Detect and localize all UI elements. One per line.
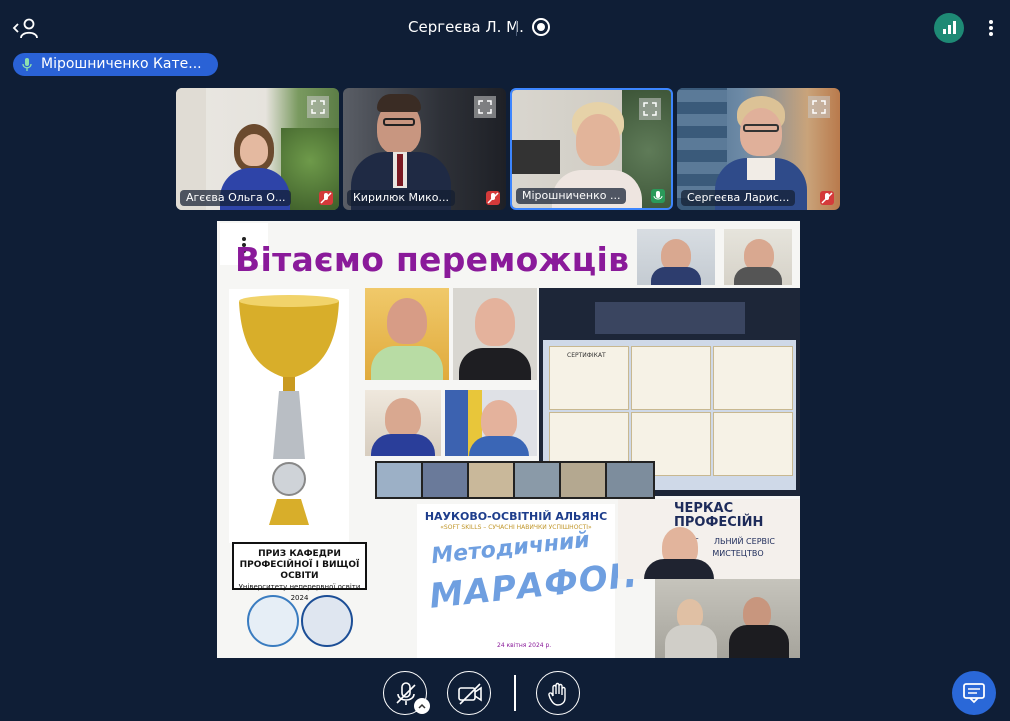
alliance-title: НАУКОВО-ОСВІТНІЙ АЛЬЯНС [424,510,608,523]
slide-photo [365,390,441,456]
microphone-icon [22,58,32,71]
cup-label-line1: ПРИЗ КАФЕДРИ [258,549,341,559]
camera-toggle-button[interactable] [447,671,491,715]
slide-photo [637,229,715,285]
slide-title: Вітаємо переможців [235,240,630,279]
expand-icon[interactable] [307,96,329,118]
header-divider [516,20,517,36]
muted-mic-icon [319,191,333,205]
record-icon[interactable] [532,18,550,36]
participant-name: Агєєва Ольга О... [180,190,292,206]
slide-photo [453,288,537,380]
logos [245,593,355,649]
slide-photo [365,288,449,380]
slide-photo [724,229,792,285]
marathon-poster: НАУКОВО-ОСВІТНІЙ АЛЬЯНС «SOFT SKILLS – С… [417,504,640,658]
participant-strip: Агєєва Ольга О... Кирилюк Мико... Мірошн… [176,88,842,210]
marathon-date: 24 квітня 2024 р. [497,642,552,649]
expand-icon[interactable] [474,96,496,118]
shared-screen: ПРИЗ КАФЕДРИ ПРОФЕСІЙНОЇ І ВИЩОЇ ОСВІТИ … [217,221,800,658]
participant-tile-active[interactable]: Мірошниченко ... [510,88,673,210]
trophy-image [229,289,349,543]
expand-icon[interactable] [808,96,830,118]
raise-hand-button[interactable] [536,671,580,715]
expand-icon[interactable] [639,98,661,120]
controls-divider [514,675,516,711]
audio-options-button[interactable] [414,698,430,714]
participant-tile[interactable]: Кирилюк Мико... [343,88,506,210]
active-speaker-badge[interactable]: Мірошниченко Кате... [13,53,218,76]
slide-photo [445,390,537,456]
connection-signal-icon[interactable] [934,13,964,43]
more-options-icon[interactable] [985,18,997,38]
call-controls [0,665,1010,720]
cup-label-line2: ПРОФЕСІЙНОЇ І ВИЩОЇ ОСВІТИ [239,560,360,581]
chat-button[interactable] [952,671,996,715]
certificate-title: СЕРТИФІКАТ [567,352,606,359]
camera-off-icon [458,683,482,705]
cherkasy-text-line1: ЧЕРКАС [674,501,734,516]
participant-name: Кирилюк Мико... [347,190,456,206]
active-speaker-name: Мірошниченко Кате... [41,56,202,72]
host-name: Сергеєва Л. М. [408,18,524,36]
top-bar: Сергеєва Л. М. [0,0,1010,56]
hand-icon [548,682,566,706]
cherkasy-text-line2: ПРОФЕСІЙН [674,515,764,530]
cup-label: ПРИЗ КАФЕДРИ ПРОФЕСІЙНОЇ І ВИЩОЇ ОСВІТИ … [232,542,367,602]
slide-photo: ЧЕРКАС ПРОФЕСІЙН РЕГ ЛЬНИЙ СЕРВІС КУ МИС… [618,499,800,579]
participant-tile[interactable]: Сергеєва Ларис... [677,88,840,210]
participants-screenshot [375,461,655,499]
participant-name: Мірошниченко ... [516,188,627,204]
participants-back-icon[interactable] [12,16,40,40]
muted-mic-icon [820,191,834,205]
muted-mic-icon [486,191,500,205]
slide-photo [655,579,800,658]
participant-name: Сергеєва Ларис... [681,190,796,206]
chat-icon [963,683,985,704]
active-mic-icon [651,189,665,203]
participant-tile[interactable]: Агєєва Ольга О... [176,88,339,210]
